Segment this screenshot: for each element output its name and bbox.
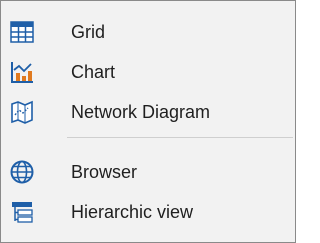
menu-item-label: Network Diagram	[71, 102, 211, 122]
globe-icon	[9, 159, 35, 185]
grid-icon	[9, 19, 35, 45]
context-menu: Grid Chart Network Diagram Browser Hiera…	[0, 0, 296, 243]
menu-separator	[67, 137, 293, 138]
menu-item-label: Grid	[71, 22, 106, 42]
menu-item-grid[interactable]: Grid	[1, 12, 295, 52]
network-diagram-icon	[9, 99, 35, 125]
menu-item-network-diagram[interactable]: Network Diagram	[1, 92, 295, 132]
menu-item-label: Hierarchic view	[71, 202, 194, 222]
menu-item-label: Browser	[71, 162, 138, 182]
menu-item-browser[interactable]: Browser	[1, 152, 295, 192]
chart-icon	[9, 59, 35, 85]
menu-item-label: Chart	[71, 62, 116, 82]
menu-item-hierarchic-view[interactable]: Hierarchic view	[1, 192, 295, 232]
hierarchy-icon	[9, 199, 35, 225]
menu-item-chart[interactable]: Chart	[1, 52, 295, 92]
